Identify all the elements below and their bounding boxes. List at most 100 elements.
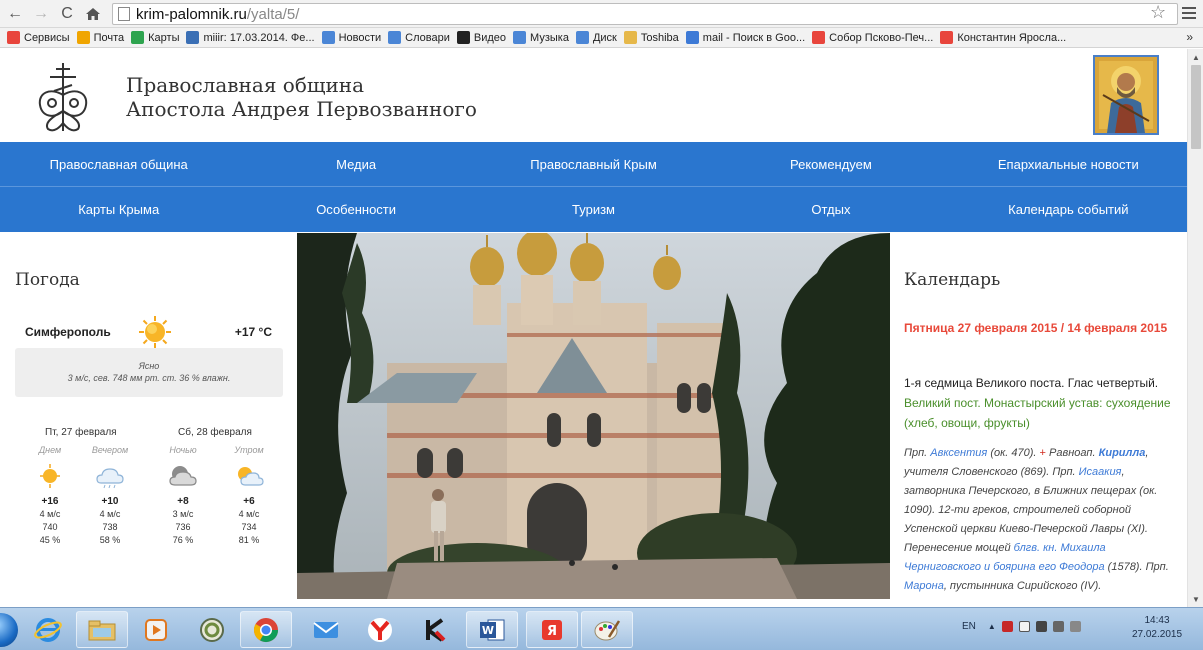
chrome-menu-icon[interactable] xyxy=(1181,4,1197,22)
yandex-browser-icon[interactable] xyxy=(354,611,406,648)
saint-link-isaakiy[interactable]: Исаакия xyxy=(1079,466,1122,478)
nav-events-calendar[interactable]: Календарь событий xyxy=(950,187,1187,232)
bookmark-label: Диск xyxy=(592,31,617,44)
forecast-day-2: Сб, 28 февраля xyxy=(178,427,252,438)
forecast-humidity: 45 % xyxy=(39,535,61,545)
bookmark-item[interactable]: Toshiba xyxy=(623,31,679,44)
nav-orthodox-community[interactable]: Православная община xyxy=(0,142,237,186)
site-title[interactable]: Православная община Апостола Андрея Перв… xyxy=(126,73,477,121)
weather-title: Погода xyxy=(15,270,80,290)
bookmark-favicon-icon xyxy=(388,31,402,44)
bookmark-star-icon[interactable]: ☆ xyxy=(1150,2,1166,23)
saints-text: Равноап. xyxy=(1049,447,1096,459)
forecast-wind: 4 м/с xyxy=(39,509,61,519)
volume-icon[interactable] xyxy=(1018,621,1030,632)
back-button[interactable]: ← xyxy=(4,3,26,25)
bookmark-item[interactable]: mail - Поиск в Goo... xyxy=(685,31,806,44)
forecast-temp: +8 xyxy=(177,496,189,507)
calendar-fast-info: Великий пост. Монастырский устав: сухояд… xyxy=(904,396,1171,430)
scroll-thumb[interactable] xyxy=(1191,65,1201,149)
bookmark-item[interactable]: Карты xyxy=(131,31,179,44)
nav-recreation[interactable]: Отдых xyxy=(712,187,949,232)
apostle-andrew-icon-image xyxy=(1093,55,1159,135)
saint-link-maron[interactable]: Марона xyxy=(904,580,944,592)
bookmark-item[interactable]: Музыка xyxy=(513,31,569,44)
mail-icon[interactable] xyxy=(300,611,352,648)
orthodox-cross-logo[interactable] xyxy=(32,61,94,133)
page-scrollbar[interactable]: ▲ ▼ xyxy=(1187,49,1203,607)
nav-diocese-news[interactable]: Епархиальные новости xyxy=(950,142,1187,186)
bookmark-favicon-icon xyxy=(575,31,589,44)
forecast-column: Утром +6 4 м/с 734 81 % xyxy=(219,445,279,547)
forward-button[interactable]: → xyxy=(30,3,52,25)
tray-expand-icon[interactable]: ▲ xyxy=(988,622,996,631)
bookmarks-more-button[interactable]: » xyxy=(1186,30,1193,44)
bookmark-item[interactable]: Новости xyxy=(321,31,381,44)
word-icon[interactable]: W xyxy=(466,611,518,648)
forecast-pressure: 740 xyxy=(42,522,58,532)
bookmark-item[interactable]: Сервисы xyxy=(7,31,70,44)
bookmark-favicon-icon xyxy=(131,31,145,44)
scroll-down-arrow-icon[interactable]: ▼ xyxy=(1192,595,1200,604)
nav-tourism[interactable]: Туризм xyxy=(475,187,712,232)
saints-text: (ок. 470). xyxy=(990,447,1037,459)
nav-recommended[interactable]: Рекомендуем xyxy=(712,142,949,186)
bookmark-item[interactable]: Константин Яросла... xyxy=(940,31,1066,44)
saints-text: , пустынника Сирийского (IV). xyxy=(943,580,1102,592)
paint-icon[interactable] xyxy=(581,611,633,648)
bookmark-item[interactable]: miiir: 17.03.2014. Фе... xyxy=(186,31,315,44)
url-path: /yalta/5/ xyxy=(246,5,300,23)
home-button[interactable] xyxy=(82,3,104,25)
forecast-column: Днем +16 4 м/с 740 45 % xyxy=(20,445,80,547)
bookmark-item[interactable]: Диск xyxy=(575,31,617,44)
antivirus-tray-icon[interactable] xyxy=(1001,621,1013,632)
site-title-line2: Апостола Андрея Первозванного xyxy=(126,97,477,121)
saint-link-avksentiy[interactable]: Авксентия xyxy=(930,447,987,459)
feast-cross-icon: + xyxy=(1039,447,1046,459)
bookmark-label: Константин Яросла... xyxy=(957,31,1067,44)
bookmark-item[interactable]: Собор Псково-Печ... xyxy=(812,31,933,44)
file-explorer-icon[interactable] xyxy=(76,611,128,648)
weather-details: 3 м/с, сев. 748 мм рт. ст. 36 % влажн. xyxy=(67,373,231,383)
nav-features[interactable]: Особенности xyxy=(237,187,474,232)
kaspersky-icon[interactable] xyxy=(410,611,462,648)
nav-media[interactable]: Медиа xyxy=(237,142,474,186)
internet-explorer-icon[interactable] xyxy=(22,611,74,648)
system-clock[interactable]: 14:43 27.02.2015 xyxy=(1127,614,1187,642)
saint-link-kirill[interactable]: Кирилла xyxy=(1099,447,1146,459)
partly-cloudy-icon xyxy=(238,467,264,486)
power-icon[interactable] xyxy=(1052,621,1064,632)
nav-crimea-maps[interactable]: Карты Крыма xyxy=(0,187,237,232)
forecast-pressure: 738 xyxy=(102,522,118,532)
scroll-up-arrow-icon[interactable]: ▲ xyxy=(1192,53,1200,62)
forecast-temp: +10 xyxy=(101,496,119,507)
bookmark-label: Почта xyxy=(93,31,125,44)
device-icon[interactable] xyxy=(1069,621,1081,632)
bookmark-label: mail - Поиск в Goo... xyxy=(702,31,806,44)
address-bar[interactable]: krim-palomnik.ru/yalta/5/ xyxy=(112,3,1178,25)
nav-orthodox-crimea[interactable]: Православный Крым xyxy=(475,142,712,186)
saints-text: (1578). Прп. xyxy=(1107,561,1169,573)
network-icon[interactable] xyxy=(1035,621,1047,632)
chrome-icon[interactable] xyxy=(240,611,292,648)
bookmark-item[interactable]: Видео xyxy=(456,31,506,44)
reload-button[interactable]: C xyxy=(56,3,78,25)
weather-conditions-box: Ясно 3 м/с, сев. 748 мм рт. ст. 36 % вла… xyxy=(15,348,283,397)
forecast-period: Днем xyxy=(38,445,62,455)
bookmark-item[interactable]: Почта xyxy=(76,31,125,44)
bookmark-favicon-icon xyxy=(812,31,826,44)
start-button[interactable] xyxy=(0,613,18,647)
language-indicator[interactable]: EN xyxy=(962,621,976,632)
forecast-humidity: 58 % xyxy=(99,535,121,545)
bookmark-item[interactable]: Словари xyxy=(388,31,450,44)
web-page: Православная община Апостола Андрея Перв… xyxy=(0,49,1203,607)
bookmark-favicon-icon xyxy=(513,31,527,44)
yandex-icon[interactable]: Я xyxy=(526,611,578,648)
forecast-period: Вечером xyxy=(91,445,129,455)
sun-icon xyxy=(139,316,171,348)
forecast-humidity: 76 % xyxy=(172,535,194,545)
forecast-day-1: Пт, 27 февраля xyxy=(45,427,117,438)
media-player-icon[interactable] xyxy=(130,611,182,648)
url-host: krim-palomnik.ru xyxy=(136,5,247,23)
app-circle-icon[interactable] xyxy=(186,611,238,648)
